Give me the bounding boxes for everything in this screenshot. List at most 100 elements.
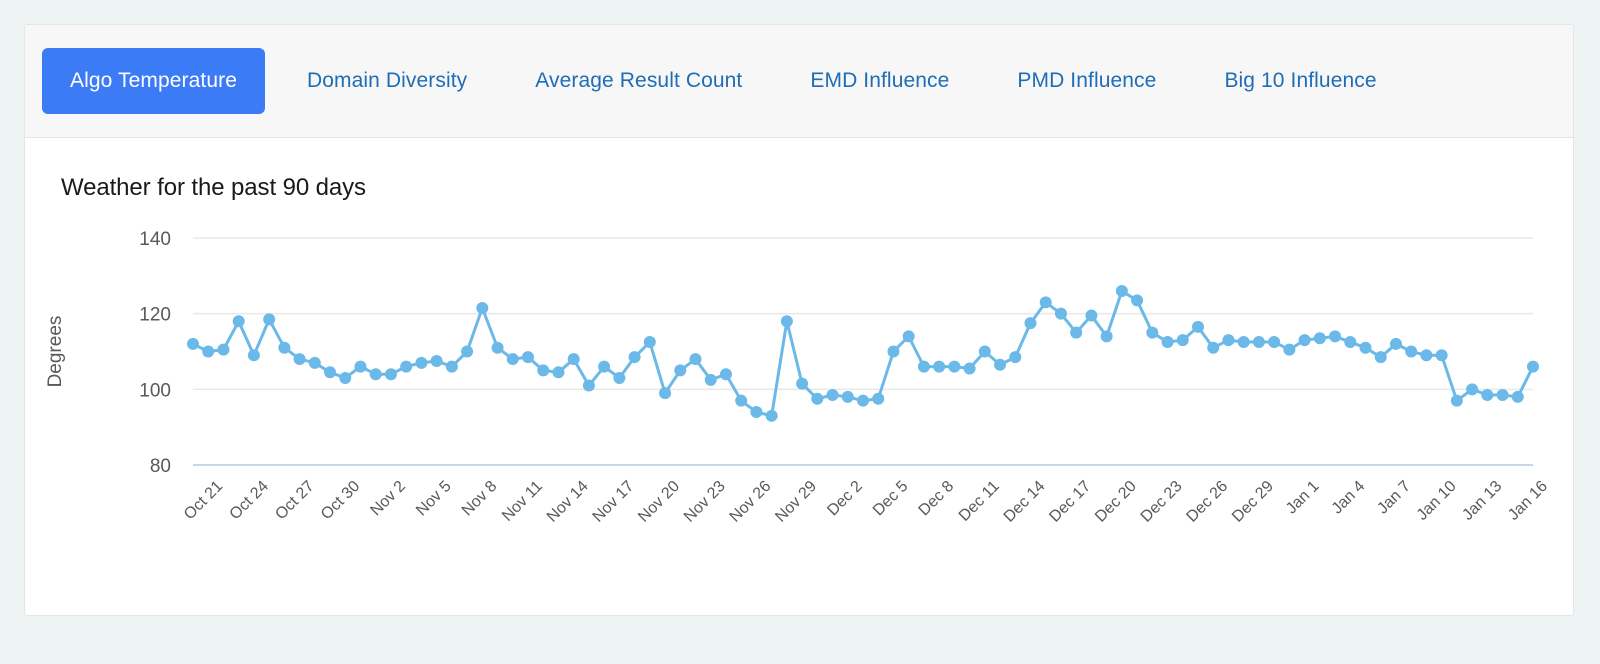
data-point[interactable] bbox=[1496, 389, 1509, 402]
data-point[interactable] bbox=[582, 379, 595, 392]
data-point[interactable] bbox=[461, 345, 474, 358]
data-point[interactable] bbox=[476, 301, 489, 314]
data-point[interactable] bbox=[1420, 349, 1433, 362]
data-point[interactable] bbox=[613, 371, 626, 384]
x-axis-tick-label: Nov 5 bbox=[413, 478, 455, 520]
data-point[interactable] bbox=[1161, 336, 1174, 349]
data-point[interactable] bbox=[552, 366, 565, 379]
data-point[interactable] bbox=[1024, 317, 1037, 330]
data-point[interactable] bbox=[1466, 383, 1479, 396]
data-point[interactable] bbox=[796, 377, 809, 390]
data-point[interactable] bbox=[217, 343, 230, 356]
data-point[interactable] bbox=[1298, 334, 1311, 347]
data-point[interactable] bbox=[826, 389, 839, 402]
tab-pmd-influence[interactable]: PMD Influence bbox=[983, 69, 1190, 93]
data-point[interactable] bbox=[933, 360, 946, 373]
data-point[interactable] bbox=[506, 353, 519, 366]
data-point[interactable] bbox=[369, 368, 382, 381]
data-point[interactable] bbox=[917, 360, 930, 373]
data-point[interactable] bbox=[1283, 343, 1296, 356]
data-point[interactable] bbox=[872, 392, 885, 405]
data-point[interactable] bbox=[704, 373, 717, 386]
data-point[interactable] bbox=[522, 351, 534, 364]
data-point[interactable] bbox=[232, 315, 245, 328]
data-point[interactable] bbox=[400, 360, 413, 373]
data-point[interactable] bbox=[430, 354, 443, 367]
data-point[interactable] bbox=[1070, 326, 1083, 339]
data-point[interactable] bbox=[1252, 336, 1265, 349]
data-point[interactable] bbox=[963, 362, 976, 375]
data-point[interactable] bbox=[1237, 336, 1250, 349]
data-point[interactable] bbox=[1374, 351, 1387, 364]
data-point[interactable] bbox=[1146, 326, 1159, 339]
data-point[interactable] bbox=[1313, 332, 1326, 345]
data-point[interactable] bbox=[994, 358, 1007, 371]
data-point[interactable] bbox=[765, 409, 778, 422]
data-point[interactable] bbox=[1268, 336, 1281, 349]
tab-domain-diversity[interactable]: Domain Diversity bbox=[273, 69, 501, 93]
data-point[interactable] bbox=[1527, 360, 1539, 373]
tab-big-10-influence[interactable]: Big 10 Influence bbox=[1190, 69, 1410, 93]
data-point[interactable] bbox=[1222, 334, 1235, 347]
data-point[interactable] bbox=[887, 345, 900, 358]
data-point[interactable] bbox=[1207, 341, 1220, 354]
data-point[interactable] bbox=[278, 341, 291, 354]
data-point[interactable] bbox=[735, 394, 748, 407]
data-point[interactable] bbox=[339, 371, 352, 384]
x-axis-tick-label: Jan 7 bbox=[1374, 478, 1414, 518]
tab-emd-influence[interactable]: EMD Influence bbox=[776, 69, 983, 93]
data-point[interactable] bbox=[1176, 334, 1189, 347]
data-point[interactable] bbox=[780, 315, 793, 328]
data-point[interactable] bbox=[1389, 337, 1402, 350]
data-point[interactable] bbox=[750, 406, 763, 419]
data-point[interactable] bbox=[1511, 390, 1524, 403]
data-point[interactable] bbox=[187, 337, 199, 350]
data-point[interactable] bbox=[902, 330, 915, 343]
data-point[interactable] bbox=[948, 360, 961, 373]
data-point[interactable] bbox=[1192, 320, 1204, 333]
data-point[interactable] bbox=[1054, 307, 1067, 320]
data-point[interactable] bbox=[841, 390, 854, 403]
data-point[interactable] bbox=[1450, 394, 1463, 407]
data-point[interactable] bbox=[857, 394, 869, 407]
data-point[interactable] bbox=[384, 368, 397, 381]
data-point[interactable] bbox=[1100, 330, 1113, 343]
data-point[interactable] bbox=[1085, 309, 1098, 322]
data-point[interactable] bbox=[1115, 284, 1128, 297]
data-point[interactable] bbox=[1039, 296, 1052, 309]
tab-average-result-count[interactable]: Average Result Count bbox=[501, 69, 776, 93]
y-axis-tick-label: 80 bbox=[150, 456, 171, 477]
data-point[interactable] bbox=[445, 360, 458, 373]
data-point[interactable] bbox=[598, 360, 611, 373]
data-point[interactable] bbox=[537, 364, 550, 377]
data-point[interactable] bbox=[1405, 345, 1418, 358]
data-point[interactable] bbox=[719, 368, 732, 381]
data-point[interactable] bbox=[628, 351, 641, 364]
data-point[interactable] bbox=[978, 345, 991, 358]
data-point[interactable] bbox=[567, 353, 580, 366]
data-point[interactable] bbox=[1344, 336, 1357, 349]
data-point[interactable] bbox=[354, 360, 367, 373]
data-point[interactable] bbox=[324, 366, 337, 379]
data-point[interactable] bbox=[1009, 351, 1022, 364]
data-point[interactable] bbox=[1435, 349, 1448, 362]
data-point[interactable] bbox=[659, 387, 672, 400]
data-point[interactable] bbox=[415, 356, 428, 369]
data-point[interactable] bbox=[811, 392, 824, 405]
data-point[interactable] bbox=[1359, 341, 1372, 354]
data-point[interactable] bbox=[674, 364, 687, 377]
data-point[interactable] bbox=[491, 341, 504, 354]
tab-algo-temperature[interactable]: Algo Temperature bbox=[42, 48, 265, 114]
data-point[interactable] bbox=[293, 353, 306, 366]
data-point[interactable] bbox=[1131, 294, 1144, 307]
data-point[interactable] bbox=[689, 353, 702, 366]
data-point[interactable] bbox=[1481, 389, 1494, 402]
data-point[interactable] bbox=[643, 336, 656, 349]
data-point[interactable] bbox=[263, 313, 276, 326]
data-point[interactable] bbox=[308, 356, 321, 369]
data-point[interactable] bbox=[202, 345, 215, 358]
data-point[interactable] bbox=[1329, 330, 1342, 343]
y-axis-title: Degrees bbox=[45, 316, 66, 388]
data-point[interactable] bbox=[247, 349, 260, 362]
x-axis-tick-label: Nov 11 bbox=[499, 478, 546, 525]
